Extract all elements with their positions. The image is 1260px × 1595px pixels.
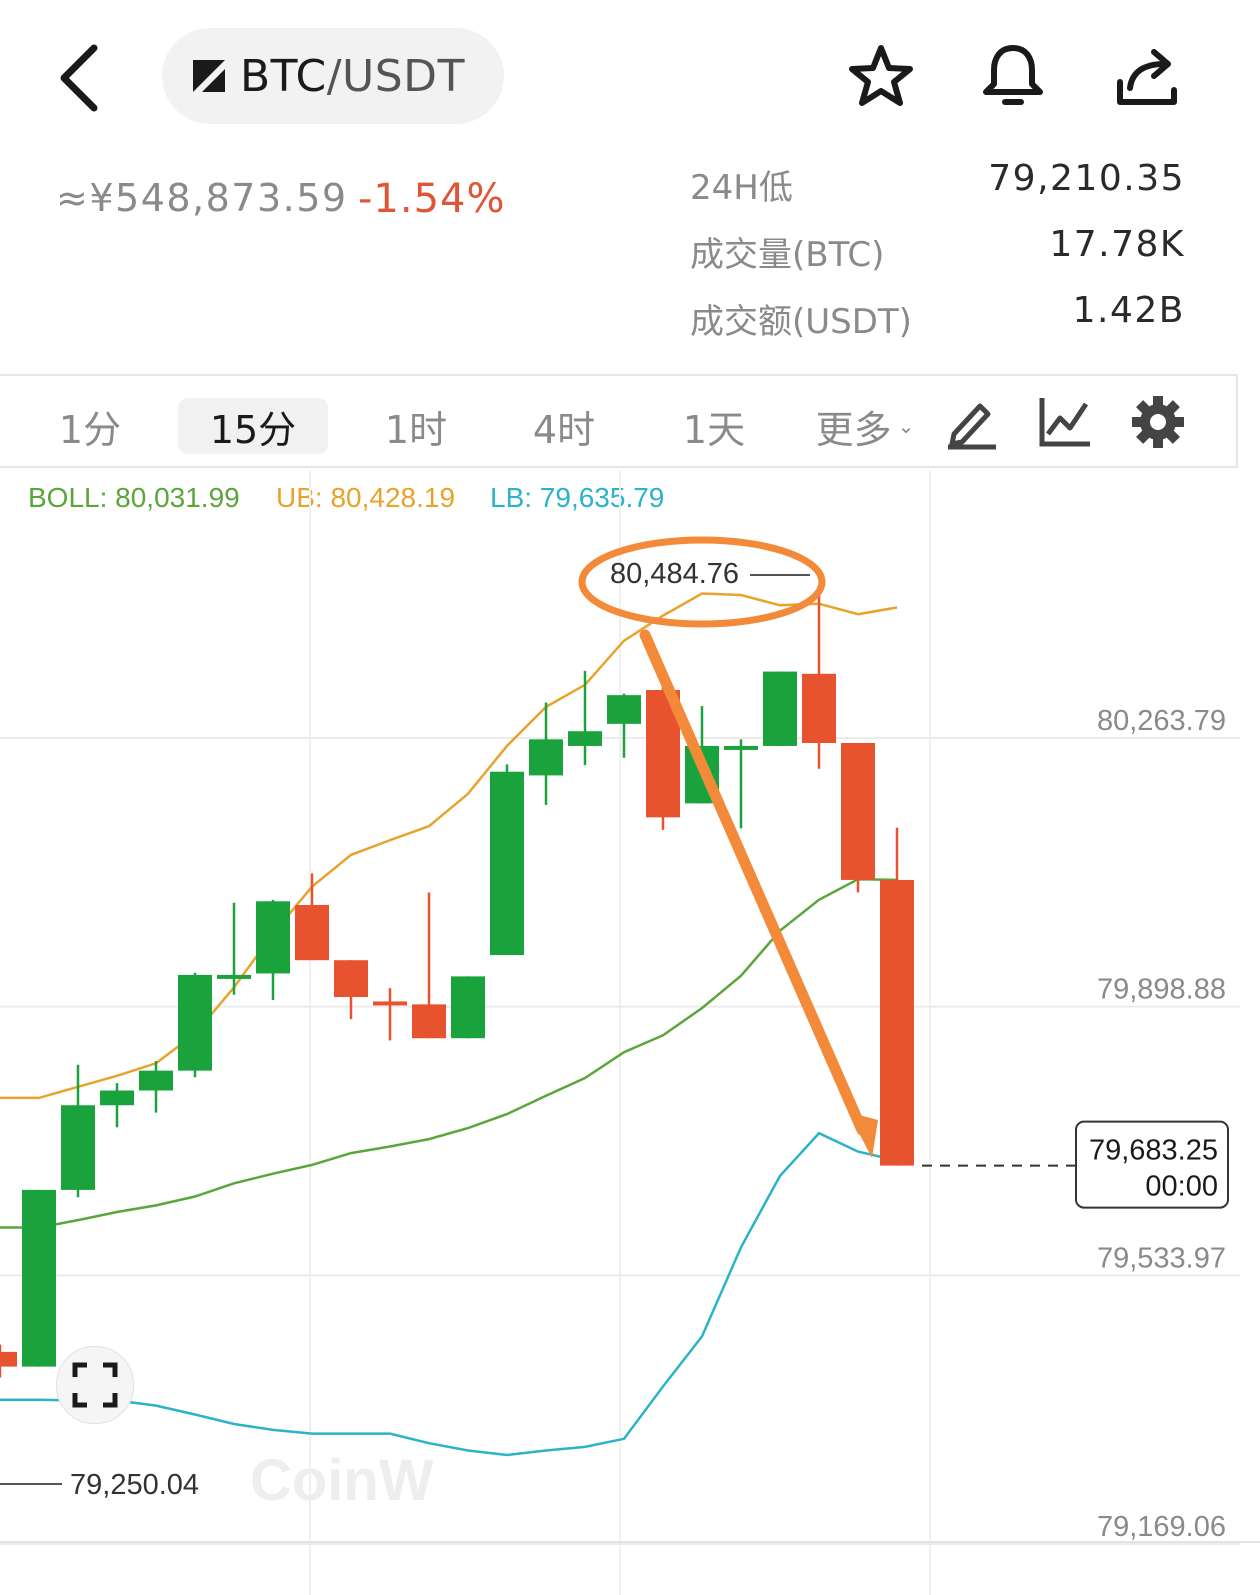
fullscreen-button[interactable] bbox=[56, 1346, 134, 1424]
tab-1h[interactable]: 1时 bbox=[366, 398, 466, 454]
candle-up bbox=[724, 745, 758, 750]
y-tick-label: 80,263.79 bbox=[1097, 705, 1226, 737]
candle-down bbox=[373, 1001, 407, 1006]
last-price-label: 79,683.25 bbox=[1089, 1135, 1218, 1167]
stat-volume-value: 17.78K bbox=[1049, 224, 1185, 265]
pair-selector[interactable]: BTC/USDT bbox=[162, 28, 504, 124]
draw-icon bbox=[948, 403, 996, 450]
settings-button[interactable] bbox=[1130, 394, 1186, 450]
stat-low-value: 79,210.35 bbox=[988, 158, 1185, 199]
candle-up bbox=[568, 731, 602, 746]
fullscreen-icon bbox=[72, 1362, 118, 1408]
pair-separator: / bbox=[326, 50, 343, 102]
stat-turnover-label: 成交额(USDT) bbox=[690, 302, 912, 342]
share-button[interactable] bbox=[1112, 40, 1182, 112]
y-tick-label: 79,533.97 bbox=[1097, 1242, 1226, 1274]
change-percent: -1.54% bbox=[358, 176, 506, 222]
candle-up bbox=[100, 1090, 134, 1106]
candle-up bbox=[607, 695, 641, 724]
candle-down bbox=[802, 673, 836, 743]
candlestick-chart[interactable]: CoinW 80,263.79 79,898.88 79,533.97 79,169.… bbox=[0, 470, 1260, 1595]
candle-up bbox=[217, 974, 251, 979]
candle-down bbox=[295, 904, 329, 961]
y-tick-label: 79,169.06 bbox=[1097, 1511, 1226, 1543]
alert-button[interactable] bbox=[978, 40, 1048, 112]
cny-price: ≈¥548,873.59 bbox=[56, 176, 348, 220]
candle-up bbox=[178, 974, 212, 1071]
candle-up bbox=[763, 671, 797, 746]
watermark: CoinW bbox=[250, 1448, 434, 1513]
tab-more[interactable]: 更多 ⌄ bbox=[800, 398, 930, 454]
candle-up bbox=[490, 771, 524, 956]
low-price-label: 79,250.04 bbox=[70, 1469, 199, 1501]
candle-up bbox=[256, 901, 290, 974]
pair-name: BTC/USDT bbox=[240, 51, 465, 102]
boll-middle-band bbox=[0, 877, 898, 1229]
candle-up bbox=[139, 1070, 173, 1091]
trend-arrow-head bbox=[848, 1112, 878, 1158]
tab-4h[interactable]: 4时 bbox=[514, 398, 614, 454]
tab-more-label: 更多 bbox=[815, 407, 892, 452]
bell-icon bbox=[983, 45, 1043, 105]
indicator-button[interactable] bbox=[1036, 394, 1092, 450]
candle-up bbox=[61, 1105, 95, 1190]
candle-up bbox=[22, 1189, 56, 1367]
candle-up bbox=[529, 739, 563, 776]
pair-base: BTC bbox=[240, 50, 327, 102]
high-price-label: 80,484.76 bbox=[610, 558, 739, 590]
indicator-icon bbox=[1039, 398, 1090, 447]
star-icon bbox=[849, 45, 913, 106]
favorite-button[interactable] bbox=[846, 40, 916, 112]
settings-icon bbox=[1132, 396, 1184, 448]
boll-lower-band bbox=[0, 1131, 898, 1457]
tab-1d[interactable]: 1天 bbox=[664, 398, 764, 454]
last-price-time: 00:00 bbox=[1145, 1171, 1218, 1203]
share-icon bbox=[1117, 49, 1177, 105]
pair-quote: USDT bbox=[342, 50, 465, 102]
candle-down bbox=[841, 742, 875, 880]
back-icon bbox=[60, 44, 98, 112]
y-tick-label: 79,898.88 bbox=[1097, 974, 1226, 1006]
candle-down bbox=[412, 1004, 446, 1039]
tab-1m[interactable]: 1分 bbox=[40, 398, 140, 454]
draw-tool-button[interactable] bbox=[944, 394, 1000, 450]
candle-down bbox=[334, 960, 368, 998]
candle-up bbox=[451, 976, 485, 1039]
tab-15m[interactable]: 15分 bbox=[178, 398, 328, 454]
stat-low-label: 24H低 bbox=[690, 168, 793, 208]
stat-turnover-value: 1.42B bbox=[1072, 290, 1185, 331]
candle-down bbox=[0, 1351, 17, 1367]
stat-volume-label: 成交量(BTC) bbox=[690, 235, 885, 275]
exchange-logo-icon bbox=[193, 60, 225, 92]
chevron-down-icon: ⌄ bbox=[897, 414, 915, 438]
candle-down bbox=[880, 879, 914, 1166]
boll-upper-band bbox=[0, 592, 898, 1100]
back-button[interactable] bbox=[52, 40, 112, 120]
